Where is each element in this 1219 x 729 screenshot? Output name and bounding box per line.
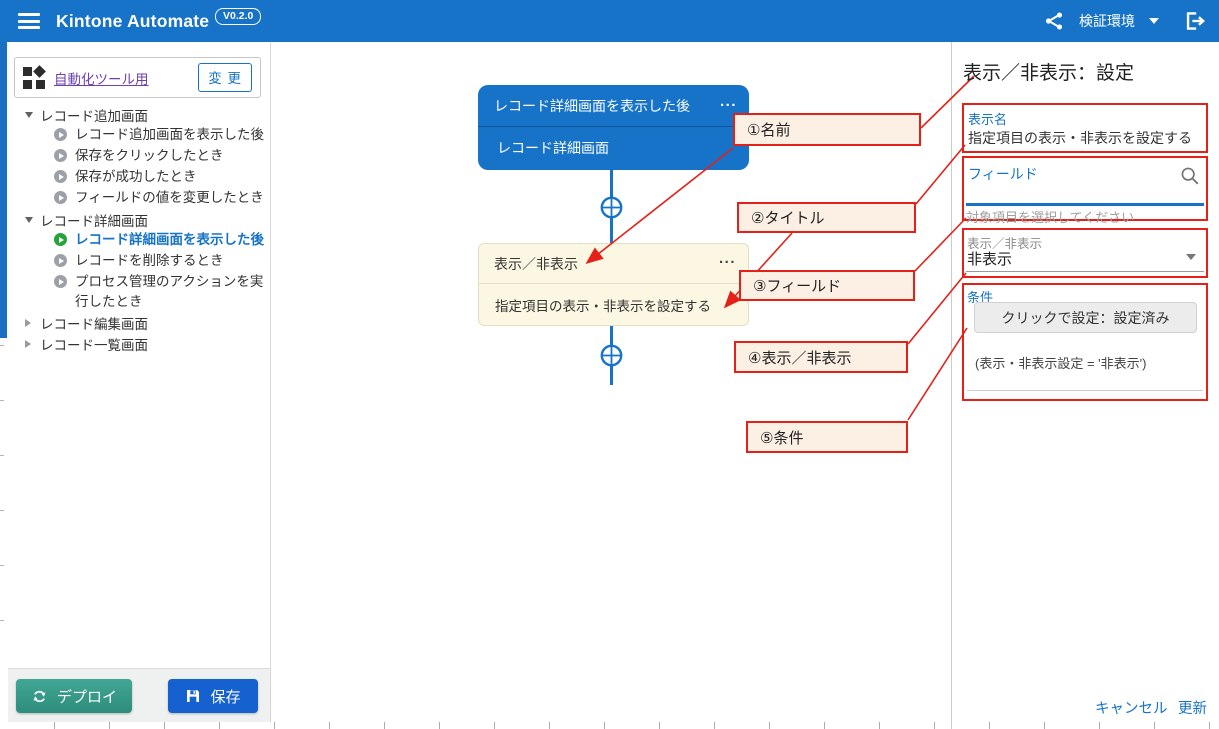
annotation-visibility: ④表示／非表示	[734, 341, 908, 373]
annotation-name: ①名前	[733, 113, 921, 146]
plus-circle-icon	[600, 344, 623, 367]
app-selector-box: 自動化ツール用 変 更	[14, 57, 261, 98]
field-label: フィールド	[968, 164, 1038, 184]
trigger-node-header: レコード詳細画面を表示した後	[478, 85, 749, 127]
field-group: フィールド 対象項目を選択してください	[962, 156, 1208, 221]
tree-item[interactable]: プロセス管理のアクションを実行したとき	[8, 272, 270, 312]
refresh-icon	[31, 688, 48, 705]
tree-item[interactable]: レコード追加画面を表示した後	[8, 125, 270, 146]
tree-group-label: レコード一覧画面	[40, 334, 148, 354]
condition-set-button[interactable]: クリックで設定：設定済み	[974, 302, 1197, 333]
tree-item[interactable]: レコードを削除するとき	[8, 251, 270, 272]
tree-item-selected[interactable]: レコード詳細画面を表示した後	[8, 230, 270, 251]
environment-selector[interactable]: 検証環境	[1079, 11, 1135, 31]
cancel-link[interactable]: キャンセル	[1095, 697, 1168, 718]
hamburger-menu-icon[interactable]	[18, 13, 40, 29]
display-name-label: 表示名	[968, 109, 1007, 128]
sidebar-footer: デプロイ 保存	[8, 668, 270, 722]
deploy-button[interactable]: デプロイ	[16, 679, 132, 713]
visibility-group: 表示／非表示 非表示	[962, 228, 1208, 278]
trigger-node[interactable]: レコード詳細画面を表示した後 ... レコード詳細画面	[478, 85, 749, 170]
app-title: Kintone Automate	[56, 0, 209, 42]
visibility-select[interactable]: 非表示	[967, 248, 1012, 269]
share-icon[interactable]	[1043, 10, 1065, 32]
annotation-field: ③フィールド	[739, 270, 915, 301]
condition-group: 条件 クリックで設定：設定済み (表示・非表示設定 = '非表示')	[962, 283, 1208, 401]
settings-panel-title: 表示／非表示：設定	[963, 58, 1134, 85]
condition-divider	[967, 390, 1203, 391]
plus-circle-icon	[600, 196, 623, 219]
tree-group-record-detail[interactable]: レコード詳細画面	[8, 209, 270, 230]
tree-item[interactable]: フィールドの値を変更したとき	[8, 188, 270, 209]
tree-group-record-add[interactable]: レコード追加画面	[8, 104, 270, 125]
trigger-node-body: レコード詳細画面	[478, 127, 749, 168]
tree-item[interactable]: 保存をクリックしたとき	[8, 146, 270, 167]
version-badge: V0.2.0	[215, 8, 261, 25]
event-play-icon	[54, 170, 67, 183]
action-node-body: 指定項目の表示・非表示を設定する	[479, 284, 748, 325]
annotation-title: ②タイトル	[737, 202, 916, 233]
save-button[interactable]: 保存	[168, 679, 258, 713]
event-play-icon	[54, 275, 67, 288]
magnifier-icon[interactable]	[1179, 165, 1201, 187]
kintone-automate-app: Kintone Automate V0.2.0 検証環境 自動化ツール用 変 更	[0, 0, 1219, 729]
dropdown-caret-icon[interactable]	[1186, 254, 1196, 260]
tree-group-label: レコード追加画面	[40, 105, 148, 125]
app-link[interactable]: 自動化ツール用	[54, 68, 149, 88]
sidebar: 自動化ツール用 変 更 レコード追加画面 レコード追加画面を表示した後 保存をク…	[8, 42, 271, 722]
update-link[interactable]: 更新	[1178, 697, 1207, 718]
left-edge-ticks	[0, 345, 4, 635]
tree-group-label: レコード編集画面	[40, 313, 148, 333]
expand-triangle-icon[interactable]	[25, 340, 35, 348]
display-name-value[interactable]: 指定項目の表示・非表示を設定する	[968, 128, 1192, 148]
event-play-icon	[54, 128, 67, 141]
chevron-down-icon[interactable]	[1149, 18, 1159, 24]
add-step-button[interactable]	[600, 344, 623, 367]
node-menu-icon[interactable]: ...	[720, 93, 737, 110]
event-play-icon	[54, 254, 67, 267]
left-edge-strip	[0, 42, 7, 338]
event-tree: レコード追加画面 レコード追加画面を表示した後 保存をクリックしたとき 保存が成…	[8, 104, 270, 354]
event-play-icon	[54, 191, 67, 204]
floppy-icon	[185, 688, 201, 704]
collapse-triangle-icon[interactable]	[25, 112, 35, 118]
tree-group-label: レコード詳細画面	[40, 210, 148, 230]
event-play-icon-active	[54, 233, 67, 246]
collapse-triangle-icon[interactable]	[25, 217, 35, 223]
node-menu-icon[interactable]: ...	[719, 250, 736, 267]
tree-group-record-edit[interactable]: レコード編集画面	[8, 312, 270, 333]
action-node-header: 表示／非表示	[479, 244, 748, 284]
condition-expression: (表示・非表示設定 = '非表示')	[975, 353, 1146, 372]
top-bar: Kintone Automate V0.2.0 検証環境	[0, 0, 1219, 42]
tree-item[interactable]: 保存が成功したとき	[8, 167, 270, 188]
event-play-icon	[54, 149, 67, 162]
bottom-ruler-ticks	[0, 722, 1219, 729]
logout-icon[interactable]	[1181, 8, 1207, 34]
field-input-underline[interactable]	[966, 203, 1204, 206]
field-hint-text: 対象項目を選択してください	[966, 207, 1134, 226]
app-icon	[23, 67, 45, 89]
display-name-group: 表示名 指定項目の表示・非表示を設定する	[962, 103, 1208, 153]
visibility-underline	[966, 271, 1204, 272]
annotation-condition: ⑤条件	[746, 421, 908, 453]
action-node[interactable]: 表示／非表示 ... 指定項目の表示・非表示を設定する	[478, 243, 749, 326]
add-step-button[interactable]	[600, 196, 623, 219]
change-app-button[interactable]: 変 更	[198, 63, 252, 92]
expand-triangle-icon[interactable]	[25, 319, 35, 327]
tree-group-record-list[interactable]: レコード一覧画面	[8, 333, 270, 354]
